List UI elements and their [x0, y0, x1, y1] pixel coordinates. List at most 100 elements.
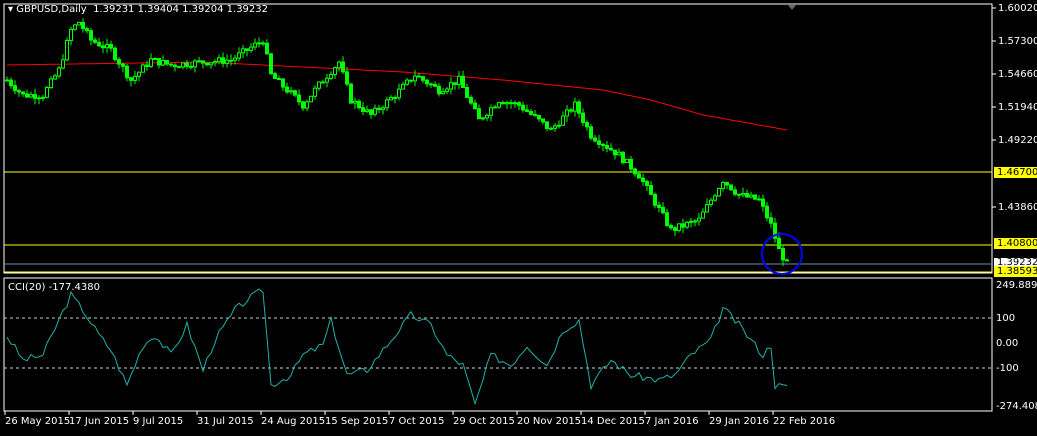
candle-body: [429, 83, 433, 86]
candle-body: [317, 81, 321, 89]
price-axis-label: 1.57300: [998, 36, 1037, 47]
candle-body: [385, 99, 389, 109]
candle-body: [69, 28, 73, 42]
candle-body: [661, 206, 665, 214]
ohlc-values: 1.39231 1.39404 1.39204 1.39232: [93, 4, 269, 15]
candle-body: [605, 144, 609, 149]
candle-body: [153, 58, 157, 61]
candle-body: [513, 102, 517, 105]
candle-body: [697, 217, 701, 222]
candle-body: [337, 61, 341, 69]
chart-canvas[interactable]: [0, 0, 1037, 436]
candle-body: [201, 60, 205, 64]
candle-body: [293, 90, 297, 96]
candle-body: [329, 74, 333, 79]
candle-body: [545, 121, 549, 129]
candle-body: [693, 220, 697, 223]
candle-body: [781, 247, 785, 261]
candle-body: [565, 109, 569, 117]
cci-label: CCI(20) -177.4380: [8, 282, 100, 293]
date-axis-label: 24 Aug 2015: [261, 416, 326, 427]
cci-axis-max: 249.8897: [996, 280, 1037, 291]
candle-body: [405, 79, 409, 85]
candle-body: [557, 124, 561, 127]
candle-body: [733, 189, 737, 195]
candle-body: [197, 60, 201, 63]
candle-body: [641, 177, 645, 182]
candle-body: [205, 62, 209, 66]
candle-body: [561, 115, 565, 126]
level-tag-1: 1.46700: [994, 167, 1037, 178]
candle-body: [485, 114, 489, 119]
candle-body: [549, 127, 553, 130]
candle-body: [217, 57, 221, 63]
cci-axis-minus100: -100: [996, 363, 1019, 374]
candle-body: [553, 125, 557, 129]
candle-body: [417, 75, 421, 78]
date-axis-label: 31 Jul 2015: [197, 416, 254, 427]
candle-body: [613, 149, 617, 156]
candle-body: [13, 85, 17, 92]
candle-body: [129, 77, 133, 81]
candle-body: [301, 101, 305, 109]
candle-body: [777, 237, 781, 249]
candle-body: [81, 21, 85, 30]
candle-body: [625, 158, 629, 164]
candle-body: [701, 211, 705, 219]
candle-body: [377, 107, 381, 111]
candle-body: [737, 193, 741, 196]
candle-body: [709, 199, 713, 206]
candle-body: [121, 63, 125, 67]
candle-body: [585, 121, 589, 128]
candle-body: [341, 61, 345, 73]
shift-marker-icon[interactable]: [788, 5, 796, 10]
candle-body: [533, 113, 537, 116]
candle-body: [21, 91, 25, 95]
candle-body: [137, 71, 141, 77]
candle-body: [221, 57, 225, 64]
candle-body: [185, 62, 189, 67]
candle-body: [501, 102, 505, 105]
chart-title: ▾ GBPUSD,Daily 1.39231 1.39404 1.39204 1…: [8, 4, 268, 15]
menu-triangle-icon[interactable]: ▾: [8, 4, 16, 15]
candle-body: [721, 181, 725, 190]
candle-body: [181, 62, 185, 68]
symbol-label: GBPUSD,Daily: [16, 4, 87, 15]
candle-body: [113, 47, 117, 60]
candle-body: [633, 168, 637, 175]
candle-body: [285, 86, 289, 93]
candle-body: [505, 102, 509, 105]
candle-body: [101, 45, 105, 49]
date-axis-label: 15 Sep 2015: [325, 416, 389, 427]
candle-body: [173, 64, 177, 68]
candle-body: [705, 204, 709, 213]
candle-body: [225, 59, 229, 64]
candle-body: [257, 42, 261, 45]
candle-body: [37, 97, 41, 100]
candle-body: [41, 96, 45, 99]
cci-panel-frame: [3, 277, 993, 412]
candle-body: [637, 173, 641, 179]
candle-body: [517, 102, 521, 106]
candle-body: [345, 71, 349, 85]
cci-line: [6, 288, 788, 406]
candle-body: [401, 83, 405, 90]
candle-body: [245, 48, 249, 51]
candle-body: [165, 60, 169, 65]
candle-body: [93, 39, 97, 43]
candle-body: [425, 79, 429, 85]
candle-body: [65, 40, 69, 61]
candle-body: [569, 109, 573, 112]
candle-body: [441, 91, 445, 95]
candle-body: [73, 24, 77, 30]
candle-body: [389, 97, 393, 101]
candle-body: [125, 65, 129, 79]
cci-axis-min: -274.4083: [996, 401, 1037, 412]
candle-body: [573, 101, 577, 112]
candle-body: [53, 75, 57, 80]
candle-body: [421, 76, 425, 81]
candle-body: [33, 94, 37, 99]
candle-body: [17, 90, 21, 93]
candle-body: [265, 42, 269, 55]
candle-body: [297, 94, 301, 103]
